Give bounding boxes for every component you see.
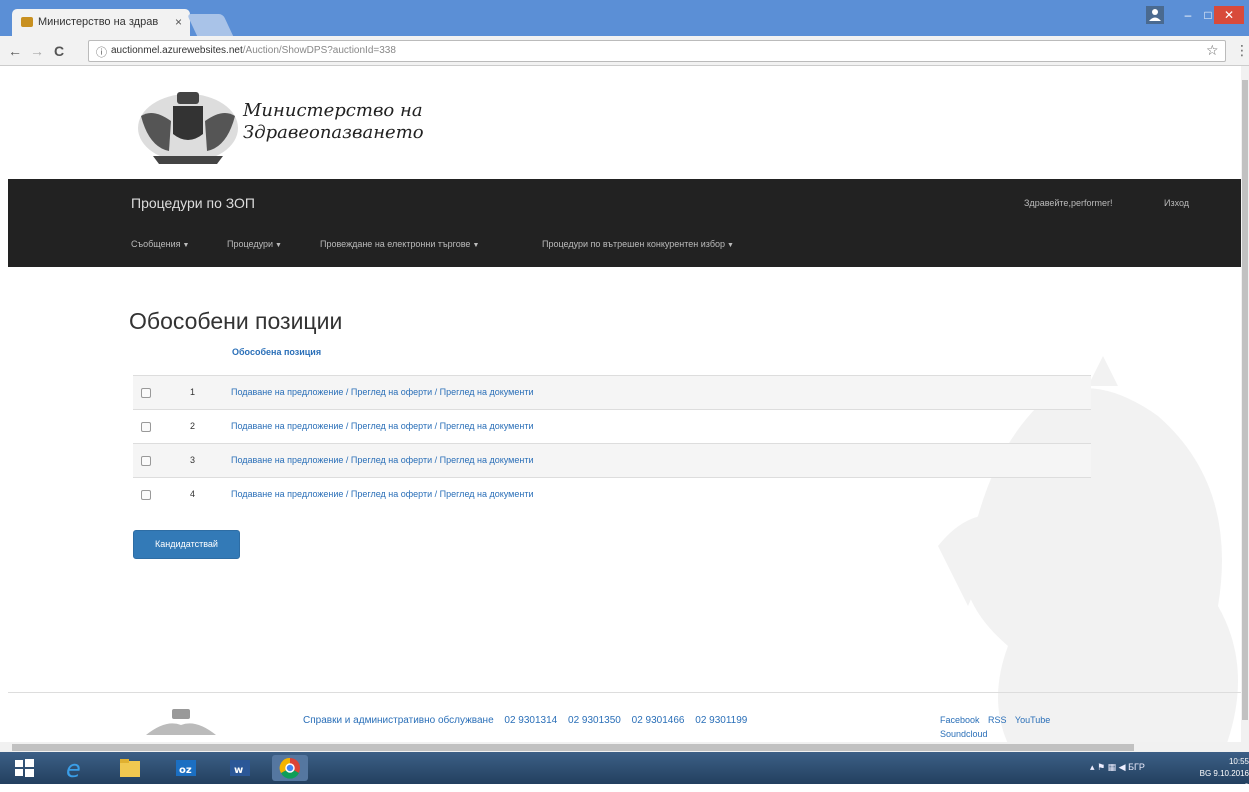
table-row: 3 Подаване на предложение / Преглед на о… xyxy=(133,443,1091,477)
menu-procedures[interactable]: Процедури ▼ xyxy=(227,239,282,249)
row-actions-link[interactable]: Подаване на предложение / Преглед на офе… xyxy=(231,387,533,397)
row-actions-link[interactable]: Подаване на предложение / Преглед на офе… xyxy=(231,455,533,465)
navbar-brand[interactable]: Процедури по ЗОП xyxy=(131,195,255,211)
row-checkbox[interactable] xyxy=(141,388,151,398)
system-tray[interactable]: ▴ ⚑ ▦ ◀ БГР xyxy=(1090,762,1145,773)
url-path: /Auction/ShowDPS?auctionId=338 xyxy=(242,45,396,56)
apply-button[interactable]: Кандидатствай xyxy=(133,530,240,559)
ministry-title: Министерство на Здравеопазването xyxy=(243,100,424,144)
footer-phone[interactable]: 02 9301314 xyxy=(504,715,557,726)
menu-messages[interactable]: Съобщения ▼ xyxy=(131,239,189,249)
svg-text:e: e xyxy=(66,755,81,781)
lots-table: 1 Подаване на предложение / Преглед на о… xyxy=(133,375,1091,511)
forward-arrow-icon[interactable]: → xyxy=(30,43,44,59)
new-tab-button[interactable] xyxy=(186,14,234,36)
facebook-link[interactable]: Facebook xyxy=(940,715,980,725)
table-row: 2 Подаване на предложение / Преглед на о… xyxy=(133,409,1091,443)
word-icon[interactable]: w xyxy=(222,755,258,781)
chrome-icon[interactable] xyxy=(272,755,308,781)
footer-phone[interactable]: 02 9301466 xyxy=(632,715,685,726)
tab-title: Министерство на здрав xyxy=(38,16,159,28)
page-title: Обособени позиции xyxy=(129,308,343,334)
soundcloud-link[interactable]: Soundcloud xyxy=(940,729,988,739)
clock-date-value: 9.10.2016 г. xyxy=(1213,769,1249,790)
row-checkbox[interactable] xyxy=(141,422,151,432)
browser-toolbar: ← → C ⓘ auctionmel.azurewebsites.net/Auc… xyxy=(0,36,1249,66)
ministry-title-line1: Министерство на xyxy=(243,100,423,121)
flag-icon[interactable]: ⚑ xyxy=(1097,762,1105,772)
back-arrow-icon[interactable]: ← xyxy=(8,43,22,59)
site-favicon-icon xyxy=(21,17,33,27)
footer-coat-of-arms-icon xyxy=(146,709,216,735)
tray-region: BG xyxy=(1199,769,1212,778)
minimize-button[interactable]: – xyxy=(1178,6,1198,24)
svg-text:w: w xyxy=(234,765,243,776)
windows-taskbar: e oz w ▴ ⚑ ▦ ◀ БГР 10:55 BG 9.10.2016 г. xyxy=(0,752,1249,790)
logout-link[interactable]: Изход xyxy=(1164,198,1189,208)
social-links: Facebook RSS YouTube xyxy=(940,715,1056,725)
svg-text:oz: oz xyxy=(179,765,192,776)
url-host: auctionmel.azurewebsites.net xyxy=(111,45,243,56)
row-checkbox[interactable] xyxy=(141,490,151,500)
close-window-button[interactable]: ✕ xyxy=(1214,6,1244,24)
clock-time: 10:55 xyxy=(1228,757,1249,766)
row-actions-link[interactable]: Подаване на предложение / Преглед на офе… xyxy=(231,421,533,431)
vertical-scrollbar[interactable] xyxy=(1241,66,1249,742)
vertical-scrollbar-thumb[interactable] xyxy=(1242,80,1248,720)
network-icon[interactable]: ▦ xyxy=(1108,762,1117,772)
browser-titlebar: Министерство на здрав × – □ ✕ xyxy=(0,0,1249,36)
main-navbar: Процедури по ЗОП Здравейте,performer! Из… xyxy=(8,179,1241,267)
row-number: 2 xyxy=(190,421,196,431)
tray-expand-icon[interactable]: ▴ xyxy=(1090,762,1095,772)
footer-phone[interactable]: 02 9301350 xyxy=(568,715,621,726)
caret-down-icon: ▼ xyxy=(182,242,190,249)
outlook-icon[interactable]: oz xyxy=(168,755,204,781)
footer-contacts-label[interactable]: Справки и административно обслужване xyxy=(303,715,494,726)
bookmark-star-icon[interactable]: ☆ xyxy=(1206,42,1219,59)
coat-of-arms-logo-icon xyxy=(138,92,238,164)
url-bar[interactable]: ⓘ auctionmel.azurewebsites.net/Auction/S… xyxy=(88,40,1226,62)
table-row: 4 Подаване на предложение / Преглед на о… xyxy=(133,477,1091,511)
row-number: 4 xyxy=(190,489,196,499)
youtube-link[interactable]: YouTube xyxy=(1015,715,1050,725)
user-profile-icon[interactable] xyxy=(1146,6,1164,24)
menu-procedures-label: Процедури xyxy=(227,239,274,249)
user-greeting[interactable]: Здравейте,performer! xyxy=(1024,198,1112,208)
internet-explorer-icon[interactable]: e xyxy=(56,755,92,783)
site-info-icon[interactable]: ⓘ xyxy=(96,44,107,60)
clock-date: BG 9.10.2016 г. xyxy=(1195,768,1249,792)
browser-menu-icon[interactable]: ⋮ xyxy=(1235,42,1249,59)
row-checkbox[interactable] xyxy=(141,456,151,466)
caret-down-icon: ▼ xyxy=(275,242,282,249)
start-windows-icon[interactable] xyxy=(6,755,42,781)
input-language[interactable]: БГР xyxy=(1128,762,1145,772)
menu-electronic-auctions-label: Провеждане на електронни търгове xyxy=(320,239,471,249)
page-viewport: Министерство на Здравеопазването Процеду… xyxy=(8,66,1241,742)
table-row: 1 Подаване на предложение / Преглед на о… xyxy=(133,375,1091,409)
menu-electronic-auctions[interactable]: Провеждане на електронни търгове ▼ xyxy=(320,239,479,249)
row-actions-link[interactable]: Подаване на предложение / Преглед на офе… xyxy=(231,489,533,499)
footer-phone[interactable]: 02 9301199 xyxy=(695,715,747,726)
menu-messages-label: Съобщения xyxy=(131,239,181,249)
horizontal-scrollbar-thumb[interactable] xyxy=(12,744,1134,751)
caret-down-icon: ▼ xyxy=(727,242,734,249)
page-footer: Справки и административно обслужване 02 … xyxy=(8,692,1241,742)
column-header-lot[interactable]: Обособена позиция xyxy=(232,347,321,357)
horizontal-scrollbar[interactable] xyxy=(0,742,1249,752)
row-number: 1 xyxy=(190,387,196,397)
rss-link[interactable]: RSS xyxy=(988,715,1007,725)
menu-competitive-selection-label: Процедури по вътрешен конкурентен избор xyxy=(542,239,725,249)
browser-tab[interactable]: Министерство на здрав × xyxy=(12,9,190,36)
ministry-title-line2: Здравеопазването xyxy=(243,122,424,143)
reload-icon[interactable]: C xyxy=(54,43,64,59)
taskbar-clock[interactable]: 10:55 BG 9.10.2016 г. xyxy=(1195,756,1249,792)
file-explorer-icon[interactable] xyxy=(112,755,148,781)
footer-contacts: Справки и административно обслужване 02 … xyxy=(303,715,755,726)
tab-close-icon[interactable]: × xyxy=(175,15,182,29)
menu-competitive-selection[interactable]: Процедури по вътрешен конкурентен избор ▼ xyxy=(542,239,734,249)
volume-icon[interactable]: ◀ xyxy=(1119,762,1126,772)
row-number: 3 xyxy=(190,455,196,465)
caret-down-icon: ▼ xyxy=(472,242,480,249)
